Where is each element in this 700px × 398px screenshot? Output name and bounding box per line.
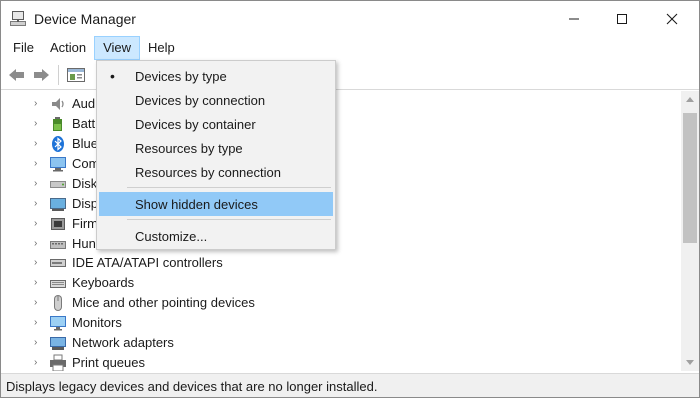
expand-chevron-icon[interactable]: › bbox=[34, 298, 42, 308]
close-icon bbox=[666, 13, 678, 24]
ide-controller-icon bbox=[49, 254, 67, 272]
properties-icon bbox=[67, 68, 85, 82]
expand-chevron-icon[interactable]: › bbox=[34, 119, 42, 129]
view-menu-dropdown: • Devices by type Devices by connection … bbox=[96, 60, 336, 250]
menu-item-customize[interactable]: Customize... bbox=[99, 224, 333, 248]
display-adapter-icon bbox=[49, 195, 67, 213]
tree-item-monitors[interactable]: › Monitors bbox=[1, 313, 681, 333]
mouse-icon bbox=[49, 294, 67, 312]
expand-chevron-icon[interactable]: › bbox=[34, 278, 42, 288]
close-button[interactable] bbox=[649, 1, 695, 36]
tree-item-label: Hun bbox=[72, 236, 96, 251]
expand-chevron-icon[interactable]: › bbox=[34, 99, 42, 109]
menu-file[interactable]: File bbox=[5, 36, 42, 60]
tree-item-label: Mice and other pointing devices bbox=[72, 295, 255, 310]
tree-item-label: Batt bbox=[72, 116, 96, 131]
speaker-icon bbox=[49, 95, 67, 113]
menu-item-label: Devices by connection bbox=[135, 93, 266, 108]
menu-separator bbox=[127, 219, 331, 220]
menu-item-label: Resources by connection bbox=[135, 165, 281, 180]
menu-bar: File Action View Help bbox=[1, 36, 699, 60]
forward-arrow-icon bbox=[34, 69, 49, 81]
tree-item-label: Disk bbox=[72, 176, 98, 191]
menu-item-label: Devices by container bbox=[135, 117, 256, 132]
scroll-down-arrow-icon[interactable] bbox=[686, 360, 694, 365]
properties-button[interactable] bbox=[66, 66, 86, 84]
firmware-icon bbox=[49, 215, 67, 233]
disk-icon bbox=[49, 175, 67, 193]
tree-item-ide-controllers[interactable]: › IDE ATA/ATAPI controllers bbox=[1, 253, 681, 273]
device-manager-app-icon bbox=[9, 10, 27, 28]
tree-item-print-queues[interactable]: › Print queues bbox=[1, 353, 681, 371]
window-title: Device Manager bbox=[34, 11, 136, 27]
expand-chevron-icon[interactable]: › bbox=[34, 139, 42, 149]
keyboard-icon bbox=[49, 274, 67, 292]
tree-item-label: Print queues bbox=[72, 355, 145, 370]
tree-item-label: Blue bbox=[72, 136, 99, 151]
tree-item-label: Keyboards bbox=[72, 275, 135, 290]
maximize-button[interactable] bbox=[599, 1, 645, 36]
menu-separator bbox=[127, 187, 331, 188]
menu-help[interactable]: Help bbox=[140, 36, 183, 60]
battery-icon bbox=[49, 115, 67, 133]
network-adapter-icon bbox=[49, 334, 67, 352]
tree-item-label: IDE ATA/ATAPI controllers bbox=[72, 255, 223, 270]
expand-chevron-icon[interactable]: › bbox=[34, 239, 42, 249]
menu-item-label: Devices by type bbox=[135, 69, 227, 84]
menu-item-show-hidden-devices[interactable]: Show hidden devices bbox=[99, 192, 333, 216]
tree-item-label: Aud bbox=[72, 96, 96, 111]
menu-item-label: Resources by type bbox=[135, 141, 243, 156]
back-button[interactable] bbox=[7, 66, 27, 84]
menu-view[interactable]: View bbox=[94, 36, 141, 60]
device-manager-window: Device Manager File Action View Help › A… bbox=[0, 0, 700, 398]
minimize-icon bbox=[569, 18, 579, 19]
printer-icon bbox=[49, 354, 67, 371]
menu-item-label: Customize... bbox=[135, 229, 208, 244]
menu-item-label: Show hidden devices bbox=[135, 197, 258, 212]
expand-chevron-icon[interactable]: › bbox=[34, 338, 42, 348]
status-bar: Displays legacy devices and devices that… bbox=[1, 373, 699, 397]
status-text: Displays legacy devices and devices that… bbox=[6, 379, 378, 394]
expand-chevron-icon[interactable]: › bbox=[34, 179, 42, 189]
tree-item-label: Monitors bbox=[72, 315, 122, 330]
scrollbar-thumb[interactable] bbox=[683, 113, 697, 243]
expand-chevron-icon[interactable]: › bbox=[34, 159, 42, 169]
tree-item-label: Firm bbox=[72, 216, 98, 231]
scroll-up-arrow-icon[interactable] bbox=[686, 97, 694, 102]
radio-bullet-icon: • bbox=[110, 68, 115, 84]
title-bar[interactable]: Device Manager bbox=[1, 1, 699, 36]
menu-item-devices-by-connection[interactable]: Devices by connection bbox=[99, 88, 333, 112]
minimize-button[interactable] bbox=[551, 1, 597, 36]
tree-item-network-adapters[interactable]: › Network adapters bbox=[1, 333, 681, 353]
hid-icon bbox=[49, 235, 67, 253]
menu-item-resources-by-type[interactable]: Resources by type bbox=[99, 136, 333, 160]
forward-button[interactable] bbox=[31, 66, 51, 84]
expand-chevron-icon[interactable]: › bbox=[34, 199, 42, 209]
tree-item-label: Network adapters bbox=[72, 335, 174, 350]
back-arrow-icon bbox=[9, 69, 24, 81]
monitor-icon bbox=[49, 314, 67, 332]
tree-item-keyboards[interactable]: › Keyboards bbox=[1, 273, 681, 293]
computer-icon bbox=[49, 155, 67, 173]
vertical-scrollbar[interactable] bbox=[681, 91, 699, 371]
menu-item-resources-by-connection[interactable]: Resources by connection bbox=[99, 160, 333, 184]
toolbar-separator bbox=[58, 65, 59, 85]
expand-chevron-icon[interactable]: › bbox=[34, 258, 42, 268]
bluetooth-icon bbox=[49, 135, 67, 153]
expand-chevron-icon[interactable]: › bbox=[34, 219, 42, 229]
menu-item-devices-by-container[interactable]: Devices by container bbox=[99, 112, 333, 136]
expand-chevron-icon[interactable]: › bbox=[34, 358, 42, 368]
tree-item-label: Disp bbox=[72, 196, 99, 211]
tree-item-mice[interactable]: › Mice and other pointing devices bbox=[1, 293, 681, 313]
menu-item-devices-by-type[interactable]: • Devices by type bbox=[99, 64, 333, 88]
expand-chevron-icon[interactable]: › bbox=[34, 318, 42, 328]
maximize-icon bbox=[617, 13, 627, 24]
menu-action[interactable]: Action bbox=[42, 36, 94, 60]
